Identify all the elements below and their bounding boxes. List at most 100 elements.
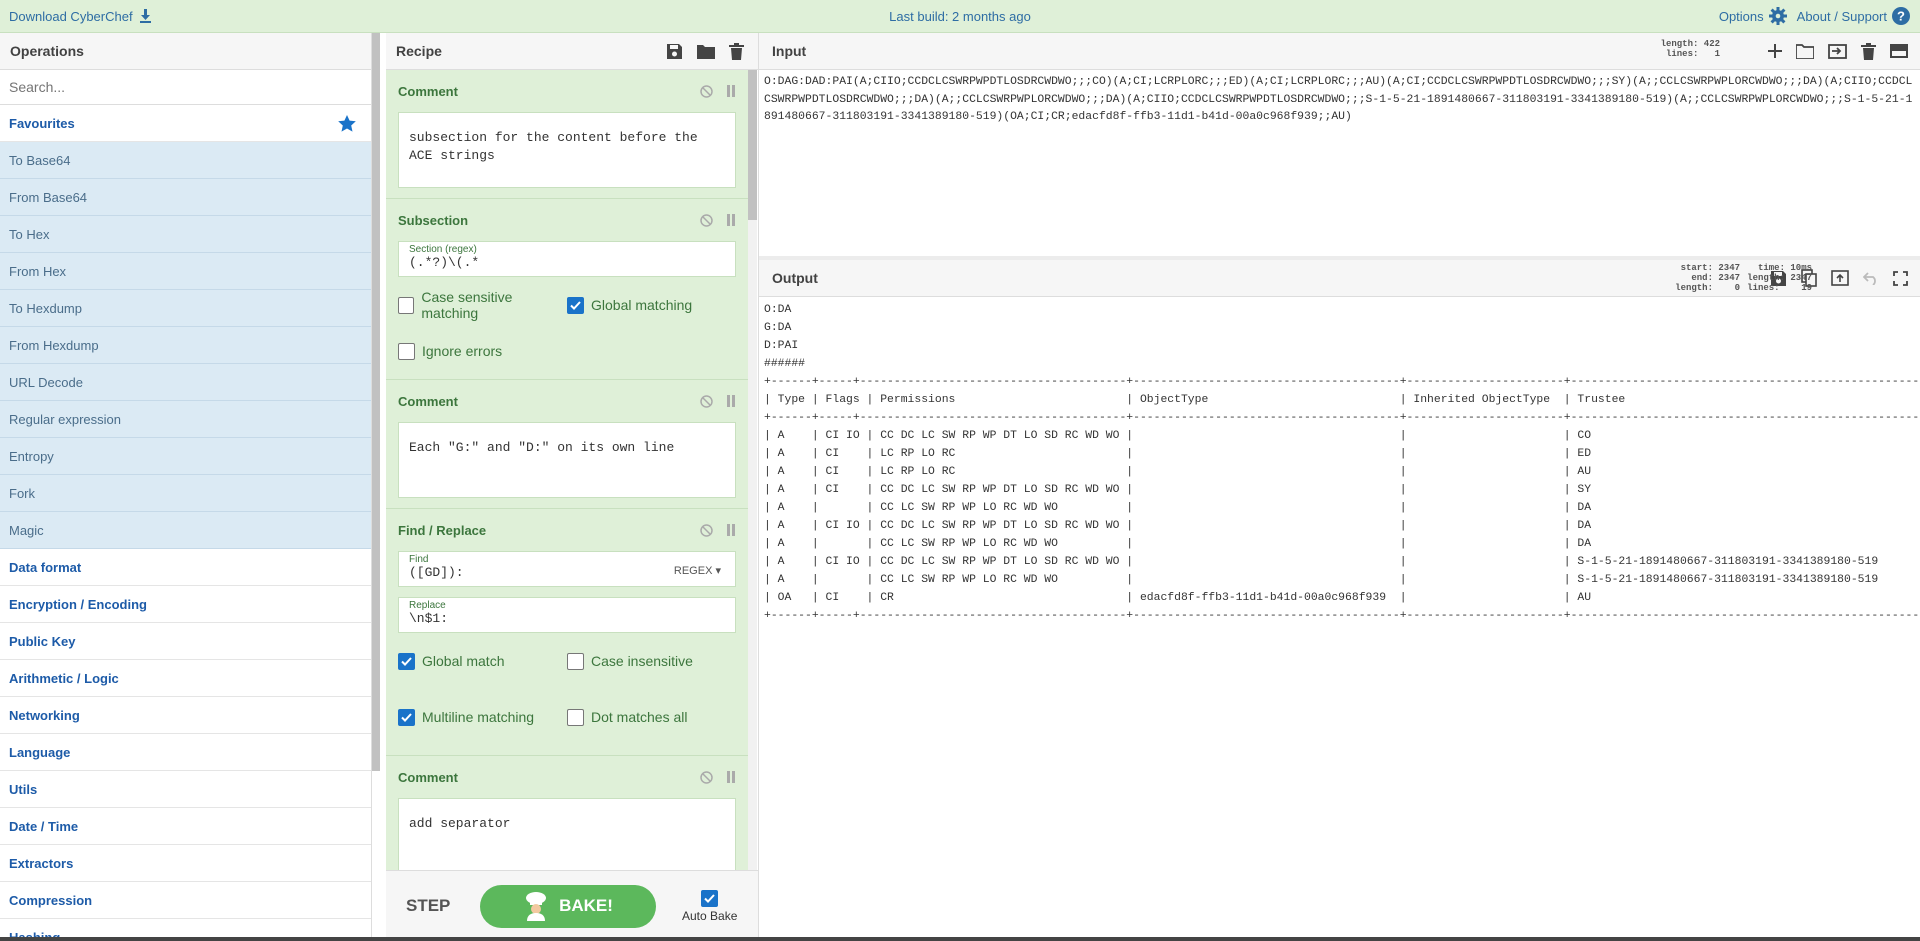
disable-icon[interactable]: [700, 213, 713, 227]
bake-label[interactable]: BAKE!: [559, 896, 613, 916]
field-label: Replace: [409, 600, 446, 611]
auto-bake-toggle[interactable]: Auto Bake: [682, 889, 737, 923]
undo-icon[interactable]: [1863, 271, 1879, 285]
maximize-icon[interactable]: [1893, 270, 1908, 286]
checkbox-box-checked[interactable]: [398, 708, 415, 726]
category-item[interactable]: Public Key: [0, 623, 371, 660]
op-item[interactable]: Regular expression: [0, 401, 371, 438]
stat-label: length:: [1747, 273, 1785, 283]
download-icon[interactable]: [139, 9, 152, 23]
category-item[interactable]: Compression: [0, 882, 371, 919]
checkbox-box-checked[interactable]: [567, 296, 584, 314]
category-item[interactable]: Extractors: [0, 845, 371, 882]
field-value[interactable]: \n$1:: [409, 611, 725, 626]
comment-textarea[interactable]: Each "G:" and "D:" on its own line: [398, 422, 736, 498]
replace-field[interactable]: Replace \n$1:: [398, 597, 736, 633]
recipe-step-comment: Comment add separator: [386, 756, 748, 870]
find-mode-dropdown[interactable]: REGEX ▾: [674, 564, 721, 577]
disable-icon[interactable]: [700, 523, 713, 537]
op-item[interactable]: Entropy: [0, 438, 371, 475]
case-sensitive-checkbox[interactable]: Case sensitive matching: [398, 289, 567, 321]
layout-icon[interactable]: [1890, 44, 1908, 58]
find-field[interactable]: Find ([GD]): REGEX ▾: [398, 551, 736, 587]
multiline-checkbox[interactable]: Multiline matching: [398, 708, 567, 726]
pause-icon[interactable]: [726, 523, 736, 536]
about-support-link[interactable]: About / Support ?: [1797, 7, 1910, 25]
category-item[interactable]: Arithmetic / Logic: [0, 660, 371, 697]
comment-textarea[interactable]: subsection for the content before the AC…: [398, 112, 736, 188]
pause-icon[interactable]: [726, 84, 736, 97]
checkbox-box[interactable]: [567, 652, 584, 670]
pause-icon[interactable]: [726, 394, 736, 407]
download-link[interactable]: Download CyberChef: [9, 9, 152, 24]
add-icon[interactable]: [1768, 44, 1782, 58]
find-mode-label[interactable]: REGEX: [674, 565, 713, 577]
op-item[interactable]: Magic: [0, 512, 371, 549]
field-label: Section (regex): [409, 244, 477, 255]
checkbox-box-checked[interactable]: [701, 889, 719, 907]
op-item[interactable]: To Base64: [0, 142, 371, 179]
global-match-checkbox[interactable]: Global match: [398, 652, 567, 670]
category-item[interactable]: Language: [0, 734, 371, 771]
about-label[interactable]: About / Support: [1797, 9, 1887, 24]
category-item[interactable]: Networking: [0, 697, 371, 734]
recipe-title: Recipe: [396, 43, 442, 59]
gear-icon[interactable]: [1768, 7, 1787, 25]
operations-scrollbar[interactable]: [372, 33, 380, 771]
checkbox-box[interactable]: [398, 342, 415, 360]
op-item[interactable]: From Hex: [0, 253, 371, 290]
field-value[interactable]: (.*?)\(.*: [409, 255, 725, 270]
search-input[interactable]: [9, 79, 349, 95]
operations-search[interactable]: [0, 70, 371, 105]
favourites-list: To Base64 From Base64 To Hex From Hex To…: [0, 142, 371, 549]
op-item[interactable]: URL Decode: [0, 364, 371, 401]
checkbox-box[interactable]: [567, 708, 584, 726]
op-item[interactable]: To Hex: [0, 216, 371, 253]
folder-icon[interactable]: [697, 44, 715, 59]
folder-icon[interactable]: [1796, 43, 1814, 59]
step-title: Find / Replace: [398, 522, 487, 538]
input-textarea[interactable]: O:DAG:DAD:PAI(A;CIIO;CCDCLCSWRPWPDTLOSDR…: [759, 70, 1920, 260]
svg-text:?: ?: [1897, 9, 1905, 24]
checkbox-box-checked[interactable]: [398, 652, 415, 670]
section-regex-field[interactable]: Section (regex) (.*?)\(.*: [398, 241, 736, 277]
category-item[interactable]: Date / Time: [0, 808, 371, 845]
checkbox-label: Ignore errors: [422, 343, 503, 359]
disable-icon[interactable]: [700, 770, 713, 784]
op-item[interactable]: From Base64: [0, 179, 371, 216]
output-textarea[interactable]: O:DA G:DA D:PAI ###### +------+-----+---…: [759, 297, 1920, 629]
category-favourites[interactable]: Favourites: [0, 105, 371, 142]
disable-icon[interactable]: [700, 84, 713, 98]
bake-button[interactable]: BAKE!: [480, 884, 656, 928]
recipe-scrollbar[interactable]: [748, 70, 757, 870]
output-header: Output start: 2347 end: 2347 length: 0 t…: [759, 260, 1920, 297]
dot-matches-all-checkbox[interactable]: Dot matches all: [567, 708, 736, 726]
disable-icon[interactable]: [700, 394, 713, 408]
trash-icon[interactable]: [729, 42, 744, 60]
op-item[interactable]: Fork: [0, 475, 371, 512]
favourites-label[interactable]: Favourites: [9, 116, 75, 131]
caret-down-icon[interactable]: ▾: [715, 565, 721, 577]
op-item[interactable]: From Hexdump: [0, 327, 371, 364]
options-link[interactable]: Options: [1719, 7, 1787, 25]
category-item[interactable]: Utils: [0, 771, 371, 808]
step-button[interactable]: STEP: [406, 896, 472, 916]
category-item[interactable]: Data format: [0, 549, 371, 586]
question-icon[interactable]: ?: [1892, 7, 1910, 25]
pause-icon[interactable]: [726, 213, 736, 226]
global-matching-checkbox[interactable]: Global matching: [567, 296, 736, 314]
case-insensitive-checkbox[interactable]: Case insensitive: [567, 652, 736, 670]
ignore-errors-checkbox[interactable]: Ignore errors: [398, 342, 583, 360]
replace-input-icon[interactable]: [1831, 270, 1849, 286]
pause-icon[interactable]: [726, 770, 736, 783]
comment-textarea[interactable]: add separator: [398, 798, 736, 870]
output-length: 0: [1734, 283, 1740, 293]
checkbox-box[interactable]: [398, 296, 415, 314]
download-label[interactable]: Download CyberChef: [9, 9, 133, 24]
open-file-icon[interactable]: [1828, 43, 1847, 59]
op-item[interactable]: To Hexdump: [0, 290, 371, 327]
category-item[interactable]: Encryption / Encoding: [0, 586, 371, 623]
options-label[interactable]: Options: [1719, 9, 1764, 24]
trash-icon[interactable]: [1861, 42, 1876, 60]
save-icon[interactable]: [666, 43, 683, 60]
